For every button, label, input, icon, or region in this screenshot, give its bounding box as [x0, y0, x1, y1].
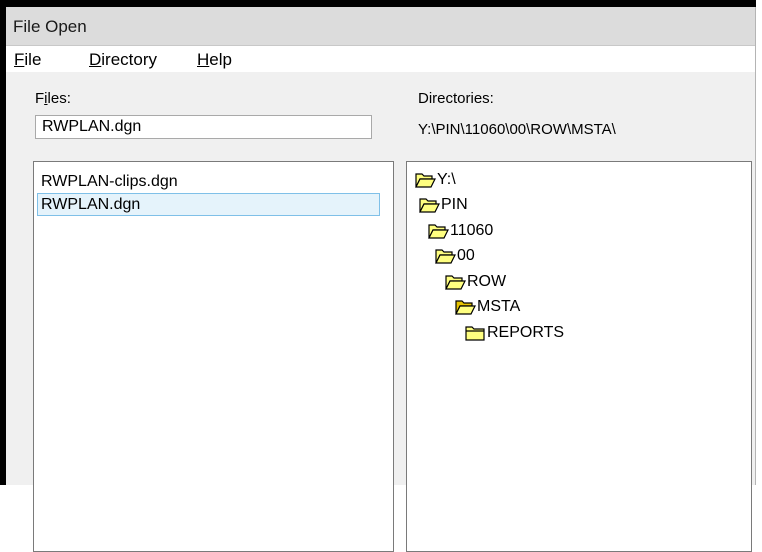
file-name-input[interactable]: [35, 115, 372, 139]
menu-bar: File Directory Help: [6, 46, 755, 72]
open-folder-icon: [445, 274, 466, 290]
file-list-item-selected[interactable]: RWPLAN.dgn: [37, 193, 380, 216]
open-folder-icon: [428, 223, 449, 239]
menu-help-mnemonic: H: [197, 50, 210, 69]
menu-file[interactable]: File: [14, 50, 41, 70]
open-folder-current-icon: [455, 299, 476, 315]
dir-item-label: REPORTS: [487, 324, 565, 341]
file-open-dialog: File Open File Directory Help Files: Dir…: [6, 7, 756, 552]
files-label-end: les:: [47, 90, 71, 107]
menu-directory-mnemonic: D: [89, 50, 102, 69]
dir-item-row[interactable]: ROW: [445, 270, 506, 294]
menu-file-mnemonic: F: [14, 50, 25, 69]
current-directory-path: Y:\PIN\11060\00\ROW\MSTA\: [418, 121, 616, 138]
dir-item-label: ROW: [467, 273, 507, 290]
screen-frame-top: [0, 0, 762, 7]
menu-help[interactable]: Help: [197, 50, 232, 70]
menu-directory-rest: irectory: [101, 50, 158, 69]
menu-help-rest: elp: [209, 50, 232, 69]
window-title: File Open: [13, 17, 87, 36]
files-listbox[interactable]: RWPLAN-clips.dgn RWPLAN.dgn: [33, 161, 394, 552]
directories-label: Directories:: [418, 90, 494, 107]
dir-item-label: Y:\: [437, 171, 456, 188]
dir-item-reports[interactable]: REPORTS: [465, 321, 564, 345]
screen-frame-right: [756, 0, 762, 485]
files-label-start: F: [35, 90, 45, 107]
menu-directory[interactable]: Directory: [89, 50, 157, 70]
title-bar[interactable]: File Open: [6, 7, 755, 46]
dialog-content: Files: Directories: Y:\PIN\11060\00\ROW\…: [6, 73, 755, 552]
open-folder-icon: [435, 248, 456, 264]
dir-item-label: PIN: [441, 196, 468, 213]
dir-item-00[interactable]: 00: [435, 244, 475, 268]
dir-item-11060[interactable]: 11060: [428, 219, 493, 243]
dir-item-msta[interactable]: MSTA: [455, 295, 520, 319]
closed-folder-icon: [465, 325, 486, 341]
directories-treebox[interactable]: Y:\ PIN 11060 00 ROW MSTA REPORTS: [406, 161, 752, 552]
menu-file-rest: ile: [24, 50, 42, 69]
dir-item-label: MSTA: [477, 298, 521, 315]
dir-item-root[interactable]: Y:\: [415, 168, 456, 192]
open-folder-icon: [415, 172, 436, 188]
dir-item-label: 00: [457, 247, 475, 264]
files-label: Files:: [35, 90, 71, 107]
dir-item-label: 11060: [450, 222, 494, 239]
dir-item-pin[interactable]: PIN: [419, 193, 468, 217]
open-folder-icon: [419, 197, 440, 213]
file-list-item[interactable]: RWPLAN-clips.dgn: [37, 170, 380, 193]
